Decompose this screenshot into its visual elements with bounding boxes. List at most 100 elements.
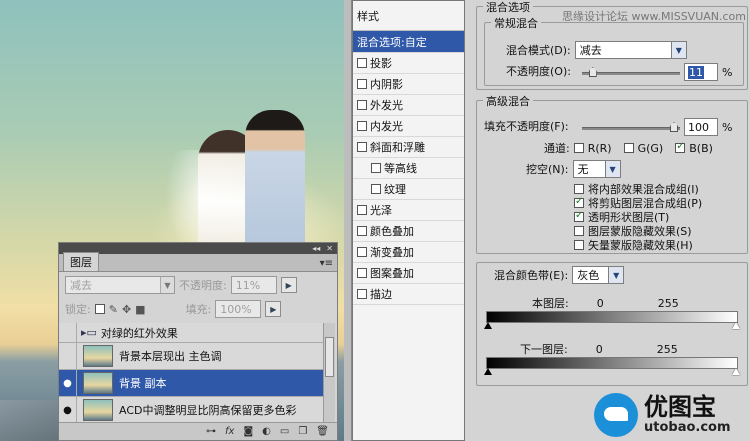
folder-icon: ▸▭ <box>81 326 97 339</box>
style-item-satin[interactable]: 光泽 <box>353 200 464 221</box>
lock-position-icon[interactable]: ✥ <box>122 303 131 316</box>
style-label: 纹理 <box>384 183 406 196</box>
style-checkbox[interactable] <box>357 268 367 278</box>
style-item-color-overlay[interactable]: 颜色叠加 <box>353 221 464 242</box>
fill-opacity-slider[interactable] <box>582 127 680 130</box>
style-label: 内阴影 <box>370 78 403 91</box>
style-item-texture[interactable]: 纹理 <box>353 179 464 200</box>
underlying-gradient <box>486 357 738 369</box>
blend-if-select[interactable]: 灰色 ▼ <box>572 266 625 284</box>
eye-icon[interactable]: ● <box>59 370 77 396</box>
style-item-pattern-overlay[interactable]: 图案叠加 <box>353 263 464 284</box>
style-checkbox[interactable] <box>371 184 381 194</box>
style-item-bevel-emboss[interactable]: 斜面和浮雕 <box>353 137 464 158</box>
fill-opacity-input[interactable]: 100 <box>684 118 718 136</box>
option-checkbox[interactable] <box>574 226 584 236</box>
style-item-drop-shadow[interactable]: 投影 <box>353 53 464 74</box>
style-checkbox[interactable] <box>357 205 367 215</box>
percent-unit: % <box>722 65 733 79</box>
channel-b-checkbox[interactable] <box>675 141 686 153</box>
layer-opacity-input[interactable]: 11% <box>230 276 277 294</box>
blend-mode-select[interactable]: 减去 ▼ <box>574 41 687 59</box>
this-layer-black-handle[interactable] <box>484 322 492 329</box>
style-checkbox[interactable] <box>357 100 367 110</box>
tab-layers[interactable]: 图层 <box>63 252 99 271</box>
opacity-input[interactable]: 11 <box>684 63 718 81</box>
mask-icon[interactable]: ◙ <box>243 426 253 437</box>
style-checkbox[interactable] <box>357 142 367 152</box>
underlying-white-handle[interactable] <box>732 368 740 375</box>
style-item-inner-shadow[interactable]: 内阴影 <box>353 74 464 95</box>
link-icon[interactable]: ⊶ <box>206 426 216 437</box>
styles-header[interactable]: 样式 <box>353 1 464 31</box>
adjustment-icon[interactable]: ◐ <box>262 426 271 437</box>
style-item-outer-glow[interactable]: 外发光 <box>353 95 464 116</box>
new-layer-icon[interactable]: ❐ <box>298 426 307 437</box>
fill-slider-button[interactable]: ▶ <box>265 301 282 317</box>
collapse-icon[interactable]: ◂◂ <box>312 244 320 253</box>
visibility-toggle[interactable] <box>59 343 77 369</box>
style-checkbox[interactable] <box>357 247 367 257</box>
layer-thumbnail <box>83 372 113 394</box>
style-item-inner-glow[interactable]: 内发光 <box>353 116 464 137</box>
layer-thumbnail <box>83 345 113 367</box>
style-item-gradient-overlay[interactable]: 渐变叠加 <box>353 242 464 263</box>
underlying-min: 0 <box>595 342 603 356</box>
underlying-black-handle[interactable] <box>484 368 492 375</box>
general-blending-title: 常规混合 <box>491 15 541 31</box>
lock-pixels-icon[interactable]: ✎ <box>109 303 118 316</box>
option-checkbox[interactable] <box>574 210 584 222</box>
style-checkbox[interactable] <box>357 226 367 236</box>
option-vector-mask-hides[interactable]: 矢量蒙版隐藏效果(H) <box>574 237 693 253</box>
panel-titlebar[interactable]: ◂◂ ✕ <box>59 243 337 254</box>
lock-transparent-icon[interactable] <box>94 304 105 314</box>
this-layer-max: 255 <box>657 296 679 310</box>
option-checkbox[interactable] <box>574 196 584 208</box>
lock-all-icon[interactable]: ■ <box>135 303 145 316</box>
opacity-value-row: 11 % <box>684 63 732 81</box>
style-label: 外发光 <box>370 99 403 112</box>
channel-r-checkbox[interactable] <box>573 143 584 153</box>
style-item-stroke[interactable]: 描边 <box>353 284 464 305</box>
layer-row-selected[interactable]: ● 背景 副本 <box>59 370 324 397</box>
visibility-toggle[interactable] <box>59 323 77 342</box>
option-checkbox[interactable] <box>574 184 584 194</box>
brand-name: 优图宝 <box>644 393 716 421</box>
layer-blend-mode-select[interactable]: 减去 ▼ <box>65 276 175 294</box>
opacity-slider-button[interactable]: ▶ <box>280 277 297 293</box>
style-checkbox[interactable] <box>357 289 367 299</box>
style-checkbox[interactable] <box>357 58 367 68</box>
style-item-contour[interactable]: 等高线 <box>353 158 464 179</box>
blend-mode-label: 混合模式(D): <box>506 44 571 57</box>
fill-value-row: 100 % <box>684 118 732 136</box>
style-item-blending-options[interactable]: 混合选项:自定 <box>353 31 464 53</box>
opacity-value: 11% <box>235 278 261 292</box>
close-panel-icon[interactable]: ✕ <box>326 244 333 253</box>
fx-icon[interactable]: fx <box>225 426 234 437</box>
eye-icon[interactable]: ● <box>59 397 77 423</box>
scrollbar-thumb[interactable] <box>325 337 334 377</box>
channel-g-checkbox[interactable] <box>623 143 634 153</box>
option-checkbox[interactable] <box>574 240 584 250</box>
style-checkbox[interactable] <box>357 79 367 89</box>
style-checkbox[interactable] <box>371 163 381 173</box>
style-label: 光泽 <box>370 204 392 217</box>
layer-row[interactable]: 背景本层现出 主色调 <box>59 343 324 370</box>
channel-g-label: G(G) <box>637 141 664 155</box>
knockout-select[interactable]: 无 ▼ <box>572 160 621 178</box>
panel-menu-icon[interactable]: ▾≡ <box>320 258 333 269</box>
layer-thumbnail <box>83 399 113 421</box>
layers-scrollbar[interactable] <box>323 323 335 424</box>
style-label: 颜色叠加 <box>370 225 414 238</box>
this-layer-white-handle[interactable] <box>732 322 740 329</box>
layer-row-group[interactable]: ▸▭ 对绿的红外效果 <box>59 323 324 343</box>
group-icon[interactable]: ▭ <box>280 426 289 437</box>
layer-fill-input[interactable]: 100% <box>215 300 262 318</box>
style-checkbox[interactable] <box>357 121 367 131</box>
this-layer-min: 0 <box>596 296 604 310</box>
trash-icon[interactable]: 🗑 <box>316 426 329 437</box>
blend-if-value: 灰色 <box>577 269 600 282</box>
style-label: 渐变叠加 <box>370 246 414 259</box>
fill-label: 填充: <box>185 303 212 316</box>
layer-row[interactable]: ● ACD中调整明显比阴高保留更多色彩 <box>59 397 324 424</box>
